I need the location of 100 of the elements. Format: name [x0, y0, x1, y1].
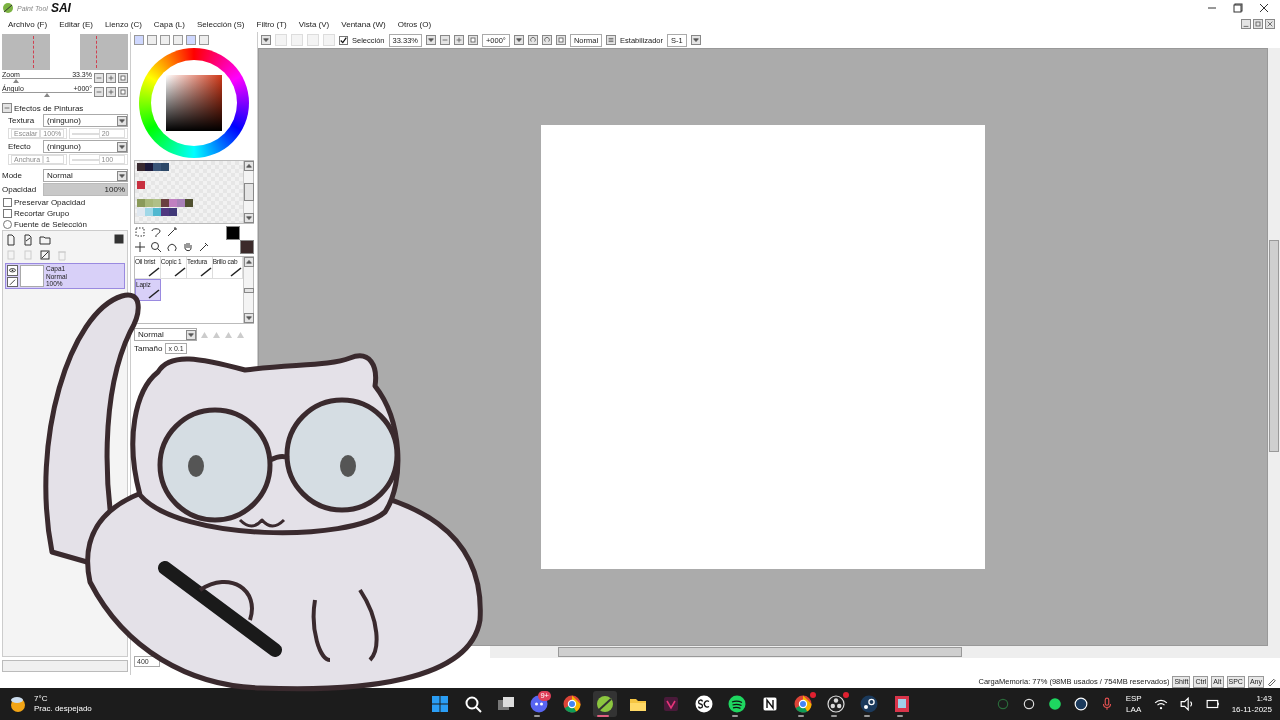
color-swatch[interactable] — [185, 199, 193, 207]
zoom-icon[interactable] — [150, 241, 162, 253]
new-layer-icon[interactable] — [5, 234, 17, 246]
scrollbar[interactable] — [1268, 48, 1280, 646]
zoom-reset-button[interactable] — [467, 35, 478, 45]
mixer-tab[interactable] — [173, 35, 183, 45]
scrollbar[interactable] — [2, 660, 128, 672]
magic-wand-icon[interactable] — [166, 226, 178, 238]
battery-icon[interactable] — [1205, 697, 1220, 711]
close-button[interactable] — [1265, 19, 1275, 29]
reset-button[interactable] — [118, 86, 128, 97]
checkbox[interactable] — [339, 35, 348, 45]
restore-icon[interactable] — [1232, 2, 1244, 14]
reset-button[interactable] — [118, 72, 128, 83]
taskbar-app[interactable] — [824, 691, 848, 717]
color-swatch[interactable] — [153, 208, 161, 216]
menu-item[interactable]: Lienzo (C) — [98, 19, 148, 29]
blend-mode-dropdown[interactable]: Normal — [43, 169, 128, 182]
input-language[interactable]: ESP LAA — [1125, 693, 1142, 715]
restore-button[interactable] — [1253, 19, 1263, 29]
taskbar-app[interactable] — [593, 691, 617, 717]
navigator-preview[interactable] — [2, 34, 128, 70]
folder-icon[interactable] — [39, 234, 51, 246]
effect-dropdown[interactable]: (ninguno) — [43, 140, 128, 153]
radio-button[interactable] — [3, 219, 12, 229]
flip-button[interactable] — [606, 35, 617, 45]
scrollbar[interactable] — [243, 257, 253, 323]
rotate-icon[interactable] — [166, 241, 178, 253]
secondary-color[interactable] — [240, 240, 254, 254]
menu-item[interactable]: Filtro (T) — [250, 19, 293, 29]
clock[interactable]: 1:43 16-11-2025 — [1231, 693, 1272, 715]
color-swatch[interactable] — [137, 181, 145, 189]
slider-track[interactable] — [2, 92, 92, 98]
menu-item[interactable]: Otros (O) — [391, 19, 438, 29]
zoom-in-button[interactable] — [453, 35, 464, 45]
zoom-out-button[interactable] — [439, 35, 450, 45]
wifi-icon[interactable] — [1153, 697, 1168, 711]
primary-color[interactable] — [226, 226, 240, 240]
close-icon[interactable] — [1258, 2, 1270, 14]
color-swatch[interactable] — [169, 199, 177, 207]
color-swatch[interactable] — [161, 208, 169, 216]
minimize-button[interactable] — [1241, 19, 1251, 29]
slider-track[interactable] — [2, 78, 92, 84]
swatches-tab[interactable] — [186, 35, 196, 45]
color-swatch[interactable] — [153, 163, 161, 171]
move-icon[interactable] — [134, 241, 146, 253]
checkbox[interactable] — [3, 197, 12, 207]
menu-item[interactable]: Ventana (W) — [335, 19, 392, 29]
texture-dropdown[interactable]: (ninguno) — [43, 114, 128, 127]
hsv-slider-tab[interactable] — [160, 35, 170, 45]
color-swatch[interactable] — [161, 199, 169, 207]
scrollbar[interactable] — [490, 646, 1280, 658]
brush-mode-dropdown[interactable]: Normal — [134, 328, 197, 341]
tray-icon[interactable] — [995, 697, 1010, 711]
plus-button[interactable] — [106, 86, 116, 97]
menu-item[interactable]: Editar (E) — [53, 19, 99, 29]
clear-icon[interactable] — [39, 249, 51, 261]
minus-button[interactable] — [94, 86, 104, 97]
color-swatch[interactable] — [137, 208, 145, 216]
plus-button[interactable] — [106, 72, 116, 83]
hand-icon[interactable] — [182, 241, 194, 253]
angle-dropdown-button[interactable] — [513, 35, 524, 45]
volume-icon[interactable] — [1179, 697, 1194, 711]
marquee-icon[interactable] — [134, 226, 146, 238]
color-swatch[interactable] — [169, 208, 177, 216]
new-vector-layer-icon[interactable] — [22, 234, 34, 246]
rotate-right-button[interactable] — [541, 35, 552, 45]
scrollbar-thumb[interactable] — [244, 287, 254, 293]
color-swatch[interactable] — [137, 163, 145, 171]
menu-item[interactable]: Capa (L) — [147, 19, 191, 29]
menu-item[interactable]: Vista (V) — [292, 19, 336, 29]
color-swatch[interactable] — [145, 163, 153, 171]
pen-icon[interactable] — [1267, 677, 1276, 686]
dropdown-button[interactable] — [261, 35, 271, 45]
slider-thumb[interactable] — [44, 93, 50, 97]
color-swatch[interactable] — [137, 199, 145, 207]
collapse-button[interactable] — [2, 103, 12, 113]
zoom-dropdown-button[interactable] — [425, 35, 436, 45]
color-swatch[interactable] — [145, 199, 153, 207]
stabilizer-dropdown-button[interactable] — [690, 35, 701, 45]
scrollbar-thumb[interactable] — [244, 183, 254, 201]
color-swatch[interactable] — [177, 199, 185, 207]
color-swatch[interactable] — [161, 163, 169, 171]
pen-icon[interactable] — [7, 276, 18, 287]
rotate-reset-button[interactable] — [555, 35, 566, 45]
color-swatch[interactable] — [145, 208, 153, 216]
scratchpad-tab[interactable] — [199, 35, 209, 45]
rgb-slider-tab[interactable] — [147, 35, 157, 45]
eye-icon[interactable] — [7, 265, 18, 276]
checkbox[interactable] — [3, 208, 12, 218]
lasso-icon[interactable] — [150, 226, 162, 238]
color-wheel-tab[interactable] — [134, 35, 144, 45]
rotate-left-button[interactable] — [527, 35, 538, 45]
menu-item[interactable]: Archivo (F) — [2, 19, 54, 29]
opacity-slider[interactable]: 100% — [43, 183, 128, 196]
scrollbar[interactable] — [243, 161, 253, 223]
mask-icon[interactable] — [113, 233, 125, 245]
eyedropper-icon[interactable] — [198, 241, 210, 253]
moon-cloud-icon[interactable] — [8, 694, 28, 714]
slider-thumb[interactable] — [12, 79, 19, 83]
